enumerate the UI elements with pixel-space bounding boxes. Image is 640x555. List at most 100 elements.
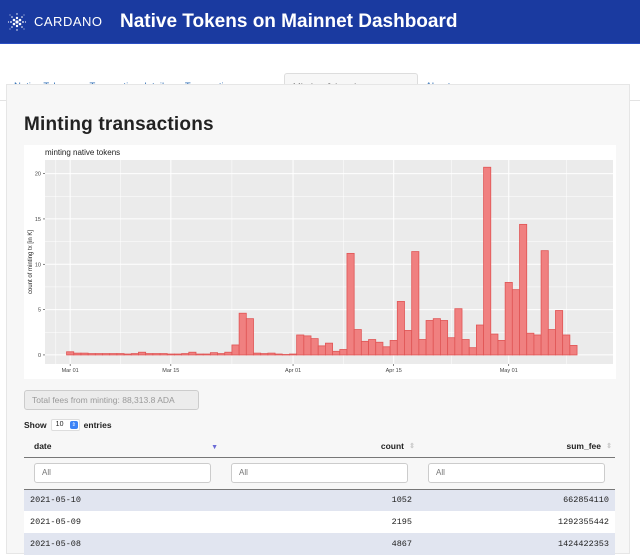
bar	[540, 250, 549, 356]
bar	[497, 340, 506, 356]
filter-sum-fee-input[interactable]	[428, 462, 605, 483]
column-header-sum-fee[interactable]: sum_fee ⇕	[418, 435, 615, 458]
bar	[519, 223, 528, 356]
table-row[interactable]: 2021-05-10 1052 662854110	[24, 489, 615, 511]
bar	[224, 351, 233, 356]
sort-both-icon: ⇕	[409, 443, 415, 450]
cell-sum-fee: 1424422353	[418, 533, 615, 555]
chart-svg: minting native tokens 0 5 10 15 20 Mar 01 Mar 1…	[28, 148, 613, 374]
filter-date-input[interactable]	[34, 462, 211, 483]
sort-both-icon: ⇕	[606, 443, 612, 450]
bar	[94, 353, 103, 356]
cardano-logo-icon	[7, 12, 27, 31]
cell-sum-fee: 1292355442	[418, 511, 615, 533]
bar	[353, 329, 362, 356]
bar	[260, 353, 269, 356]
bar	[533, 334, 542, 356]
bar	[404, 330, 413, 356]
bar	[389, 340, 398, 356]
entries-length-control: Show 10 ⇕ entries	[24, 419, 112, 431]
bar	[310, 338, 319, 356]
bar	[396, 301, 405, 356]
bar	[209, 352, 218, 356]
section-title: Minting transactions	[24, 114, 214, 135]
show-label: Show	[24, 420, 47, 430]
bar	[116, 353, 125, 356]
bar	[504, 281, 513, 356]
bar	[231, 344, 240, 356]
bar	[188, 351, 197, 356]
bar	[181, 353, 190, 356]
bar	[475, 324, 484, 356]
x-tick-label: Apr 15	[386, 368, 402, 374]
y-tick-label: 10	[35, 262, 41, 268]
x-tick-label: May 01	[500, 368, 518, 374]
y-tick-label: 0	[38, 353, 41, 359]
bar	[289, 353, 298, 356]
column-header-count[interactable]: count ⇕	[221, 435, 418, 458]
bar	[159, 353, 168, 356]
table-row[interactable]: 2021-05-08 4867 1424422353	[24, 533, 615, 555]
bar	[332, 350, 341, 356]
column-header-date[interactable]: date ▼	[24, 435, 221, 458]
filter-count-input[interactable]	[231, 462, 408, 483]
bar	[483, 166, 492, 356]
bar	[130, 353, 139, 356]
bar	[368, 339, 377, 356]
column-label: date	[34, 440, 52, 451]
bar	[138, 351, 147, 356]
entries-per-page-select[interactable]: 10 ⇕	[50, 419, 80, 431]
bar	[440, 320, 449, 356]
bar	[526, 332, 535, 356]
bar	[152, 353, 161, 356]
cell-date: 2021-05-09	[24, 511, 221, 533]
cell-sum-fee: 662854110	[418, 489, 615, 511]
filter-cell	[24, 457, 221, 490]
y-tick-label: 5	[38, 308, 41, 314]
bar	[432, 318, 441, 356]
cell-count: 2195	[221, 511, 418, 533]
bar	[562, 334, 571, 356]
bar	[66, 351, 75, 356]
bar	[238, 312, 247, 356]
bar	[490, 333, 499, 356]
entries-label: entries	[83, 420, 112, 430]
chart-title: minting native tokens	[45, 148, 120, 157]
bar	[174, 353, 183, 356]
x-tick-label: Apr 01	[285, 368, 301, 374]
filter-cell	[221, 457, 418, 490]
bar	[145, 353, 154, 356]
cell-count: 4867	[221, 533, 418, 555]
bar	[346, 252, 355, 356]
column-label: count	[380, 440, 404, 451]
entries-per-page-value: 10	[55, 421, 64, 428]
bar	[245, 318, 254, 356]
app-title: Native Tokens on Mainnet Dashboard	[120, 10, 458, 32]
brand-logo[interactable]: CARDANO	[6, 11, 110, 33]
select-arrows-icon: ⇕	[69, 421, 78, 429]
minting-chart: minting native tokens 0 5 10 15 20 Mar 01 Mar 1…	[24, 145, 616, 379]
table-row[interactable]: 2021-05-09 2195 1292355442	[24, 511, 615, 533]
x-tick-label: Mar 01	[62, 368, 79, 374]
bar	[418, 339, 427, 356]
bar	[73, 352, 82, 356]
bar	[339, 349, 348, 356]
filter-cell	[418, 457, 615, 490]
total-fees-box: Total fees from minting: 88,313.8 ADA	[24, 390, 199, 410]
x-tick-label: Mar 15	[162, 368, 179, 374]
bar	[87, 353, 96, 356]
bar	[202, 353, 211, 356]
sort-desc-icon: ▼	[211, 444, 218, 451]
bar	[555, 310, 564, 356]
bar	[325, 342, 333, 356]
bar	[360, 340, 369, 356]
bar	[166, 353, 175, 356]
bar	[102, 353, 111, 356]
bar	[375, 341, 384, 356]
y-axis-label: count of minting tx [in K]	[28, 230, 34, 294]
tab-content-panel: Minting transactions minting native toke…	[6, 84, 630, 555]
y-tick-label: 15	[35, 217, 41, 223]
bar	[382, 346, 391, 356]
y-tick-label: 20	[35, 172, 41, 178]
bar	[109, 353, 118, 356]
